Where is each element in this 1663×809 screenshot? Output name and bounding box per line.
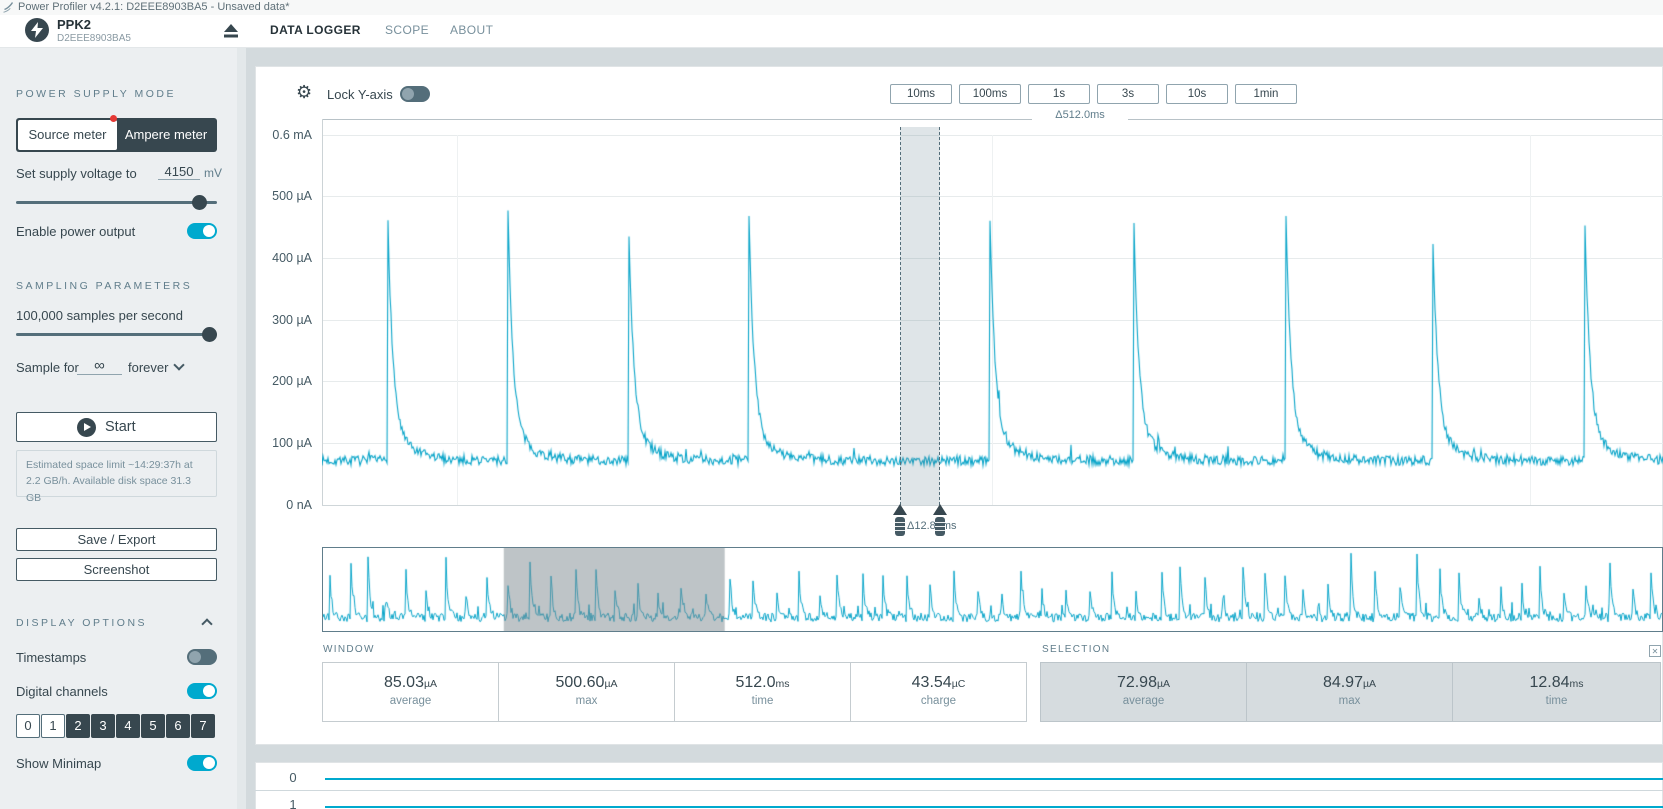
- y-tick-500uA: 500 µA: [222, 189, 312, 203]
- zoom-button-1min[interactable]: 1min: [1235, 84, 1297, 104]
- window-title: Power Profiler v4.2.1: D2EEE8903BA5 - Un…: [18, 0, 289, 15]
- window-titlebar: Power Profiler v4.2.1: D2EEE8903BA5 - Un…: [0, 0, 1663, 15]
- eject-device-icon[interactable]: [222, 22, 240, 45]
- sample-for-label: Sample for: [16, 360, 79, 375]
- digital-row-divider: [255, 790, 1663, 791]
- ampere-meter-button[interactable]: Ampere meter: [117, 120, 215, 150]
- selection-stat-time: 12.84ms time: [1452, 662, 1661, 722]
- channel-chip-2[interactable]: 2: [66, 714, 90, 738]
- source-meter-notification-dot: [110, 115, 117, 122]
- zoom-button-10s[interactable]: 10s: [1166, 84, 1228, 104]
- device-serial: D2EEE8903BA5: [57, 33, 131, 44]
- voltage-slider-thumb[interactable]: [192, 195, 207, 210]
- y-tick-400uA: 400 µA: [222, 251, 312, 265]
- tab-scope[interactable]: SCOPE: [385, 23, 429, 37]
- channel-chip-4[interactable]: 4: [116, 714, 140, 738]
- chart-selection-region[interactable]: [900, 127, 940, 505]
- digital-channel-1-trace: [325, 806, 1663, 808]
- selection-stat-average: 72.98µA average: [1040, 662, 1247, 722]
- lock-y-axis-label: Lock Y-axis: [327, 87, 393, 102]
- chart-settings-gear-icon[interactable]: ⚙: [296, 82, 312, 103]
- power-supply-mode-heading: POWER SUPPLY MODE: [16, 88, 176, 100]
- window-stat-charge: 43.54µC charge: [850, 662, 1027, 722]
- zoom-button-1s[interactable]: 1s: [1028, 84, 1090, 104]
- enable-power-toggle[interactable]: [187, 223, 217, 239]
- sample-rate-slider[interactable]: [16, 333, 217, 336]
- selection-stats-heading: SELECTION: [1042, 644, 1110, 655]
- digital-row-label-1: 1: [286, 797, 300, 809]
- channel-chip-1[interactable]: 1: [41, 714, 65, 738]
- sample-duration-unit-select[interactable]: forever: [128, 360, 168, 375]
- window-stat-average: 85.03µA average: [322, 662, 499, 722]
- voltage-unit: mV: [204, 166, 222, 180]
- selection-delta-label: Δ12.84ms: [907, 520, 957, 532]
- sample-duration-input[interactable]: ∞: [77, 357, 122, 375]
- tab-data-logger[interactable]: DATA LOGGER: [270, 23, 361, 37]
- timestamps-toggle[interactable]: [187, 649, 217, 665]
- timestamps-label: Timestamps: [16, 650, 86, 665]
- sidebar-scroll-gutter[interactable]: [237, 48, 246, 809]
- lock-y-axis-toggle[interactable]: [400, 86, 430, 102]
- voltage-label: Set supply voltage to: [16, 166, 137, 181]
- selection-left-marker-icon[interactable]: [893, 504, 907, 515]
- current-waveform-chart[interactable]: [322, 119, 1663, 515]
- sample-rate-slider-thumb[interactable]: [202, 327, 217, 342]
- digital-channels-panel: [255, 762, 1663, 809]
- disk-space-note: Estimated space limit ~14:29:37h at 2.2 …: [16, 450, 217, 497]
- selection-right-handle[interactable]: [935, 517, 945, 536]
- display-options-heading: DISPLAY OPTIONS: [16, 617, 147, 629]
- sample-rate-label: 100,000 samples per second: [16, 308, 183, 323]
- channel-chip-0[interactable]: 0: [16, 714, 40, 738]
- start-button[interactable]: Start: [16, 412, 217, 442]
- source-meter-button[interactable]: Source meter: [18, 120, 117, 150]
- zoom-button-3s[interactable]: 3s: [1097, 84, 1159, 104]
- app-header: PPK2 D2EEE8903BA5 DATA LOGGER SCOPE ABOU…: [0, 15, 1663, 48]
- save-export-button[interactable]: Save / Export: [16, 528, 217, 551]
- window-stats-heading: WINDOW: [323, 644, 375, 655]
- channel-chip-3[interactable]: 3: [91, 714, 115, 738]
- y-tick-0.6mA: 0.6 mA: [222, 128, 312, 142]
- y-tick-300uA: 300 µA: [222, 313, 312, 327]
- y-tick-0nA: 0 nA: [222, 498, 312, 512]
- y-tick-100uA: 100 µA: [222, 436, 312, 450]
- ppk2-logo-icon: [25, 18, 49, 42]
- window-stat-max: 500.60µA max: [498, 662, 675, 722]
- meter-mode-toggle-group: Source meter Ampere meter: [16, 118, 217, 152]
- zoom-button-10ms[interactable]: 10ms: [890, 84, 952, 104]
- channel-chip-6[interactable]: 6: [166, 714, 190, 738]
- enable-power-label: Enable power output: [16, 224, 135, 239]
- minimap[interactable]: [322, 547, 1663, 632]
- channel-chip-5[interactable]: 5: [141, 714, 165, 738]
- zoom-button-100ms[interactable]: 100ms: [959, 84, 1021, 104]
- show-minimap-label: Show Minimap: [16, 756, 101, 771]
- window-stat-time: 512.0ms time: [674, 662, 851, 722]
- voltage-input[interactable]: 4150: [158, 164, 200, 180]
- selection-left-handle[interactable]: [895, 517, 905, 536]
- digital-channels-label: Digital channels: [16, 684, 108, 699]
- digital-channel-0-trace: [325, 778, 1663, 780]
- y-tick-200uA: 200 µA: [222, 374, 312, 388]
- selection-close-button[interactable]: ✕: [1649, 645, 1661, 657]
- selection-right-marker-icon[interactable]: [933, 504, 947, 515]
- minimap-waveform[interactable]: [323, 548, 1662, 631]
- show-minimap-toggle[interactable]: [187, 755, 217, 771]
- digital-channels-toggle[interactable]: [187, 683, 217, 699]
- device-name: PPK2: [57, 17, 91, 32]
- screenshot-button[interactable]: Screenshot: [16, 558, 217, 581]
- play-icon: [77, 418, 96, 437]
- voltage-slider[interactable]: [16, 201, 217, 204]
- digital-row-label-0: 0: [286, 770, 300, 785]
- tab-about[interactable]: ABOUT: [450, 23, 493, 37]
- channel-chip-7[interactable]: 7: [191, 714, 215, 738]
- selection-stat-max: 84.97µA max: [1246, 662, 1453, 722]
- sampling-parameters-heading: SAMPLING PARAMETERS: [16, 280, 192, 292]
